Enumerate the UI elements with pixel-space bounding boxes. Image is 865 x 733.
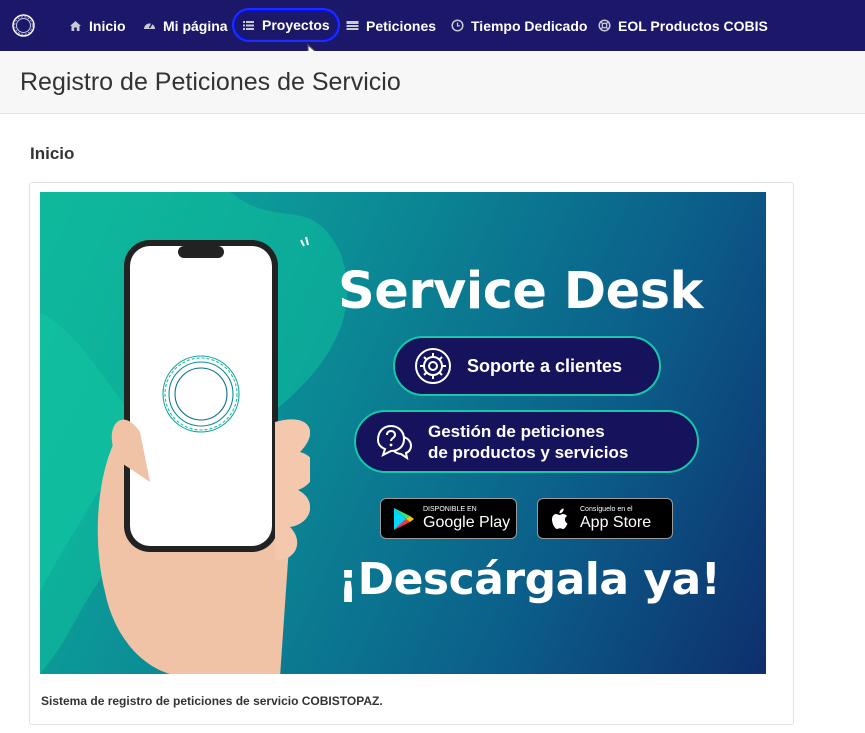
page-title: Registro de Peticiones de Servicio — [20, 68, 401, 96]
tasks-icon — [346, 21, 359, 30]
nav-item-tiempo-dedicado[interactable]: Tiempo Dedicado — [451, 0, 587, 51]
management-pill-line1: Gestión de peticiones — [428, 421, 605, 441]
gear-support-icon — [415, 348, 451, 384]
nav-label: Inicio — [89, 17, 126, 34]
clock-icon — [451, 19, 464, 32]
nav-label: Peticiones — [366, 17, 437, 34]
nav-label: Mi página — [163, 17, 228, 34]
google-play-label: Google Play — [423, 513, 511, 531]
management-pill-line2: de productos y servicios — [428, 442, 629, 462]
nav-item-proyectos[interactable]: Proyectos — [232, 8, 340, 42]
google-play-icon — [394, 507, 414, 530]
support-pill: Soporte a clientes — [393, 336, 661, 396]
nav-item-eol-productos[interactable]: EOL Productos COBIS — [598, 0, 768, 51]
nav-item-peticiones[interactable]: Peticiones — [346, 0, 436, 51]
service-desk-banner: Service Desk Soporte a clientes Gestión … — [40, 192, 766, 674]
panel-caption: Sistema de registro de peticiones de ser… — [41, 694, 383, 708]
question-chat-icon — [376, 424, 413, 460]
nav-item-mi-pagina[interactable]: Mi página — [143, 0, 228, 51]
nav-label: Proyectos — [262, 17, 330, 33]
dashboard-icon — [144, 23, 155, 29]
lifebuoy-icon — [598, 19, 611, 32]
apple-icon — [552, 508, 568, 529]
download-cta: ¡Descárgala ya! — [338, 554, 721, 605]
nav-label: Tiempo Dedicado — [471, 17, 588, 34]
support-pill-label: Soporte a clientes — [467, 355, 623, 376]
google-play-badge[interactable]: DISPONIBLE EN Google Play — [380, 498, 517, 539]
hand-holding-phone-illustration — [97, 236, 310, 674]
nav-item-inicio[interactable]: Inicio — [69, 0, 126, 51]
top-navbar: Inicio Mi página Proyectos Peticiones Ti… — [0, 0, 865, 51]
home-icon — [70, 21, 81, 31]
list-icon — [243, 20, 254, 30]
cobis-logo-icon[interactable] — [11, 13, 36, 38]
app-store-label: App Store — [580, 513, 652, 531]
welcome-panel: Service Desk Soporte a clientes Gestión … — [29, 182, 794, 725]
google-play-small: DISPONIBLE EN — [423, 505, 477, 513]
section-title: Inicio — [30, 144, 75, 163]
page-header: Registro de Peticiones de Servicio — [0, 51, 865, 114]
management-pill: Gestión de peticiones de productos y ser… — [354, 410, 699, 473]
app-store-small: Consíguelo en el — [580, 505, 633, 513]
banner-title: Service Desk — [338, 262, 703, 321]
nav-label: EOL Productos COBIS — [618, 17, 768, 34]
app-store-badge[interactable]: Consíguelo en el App Store — [537, 498, 673, 539]
